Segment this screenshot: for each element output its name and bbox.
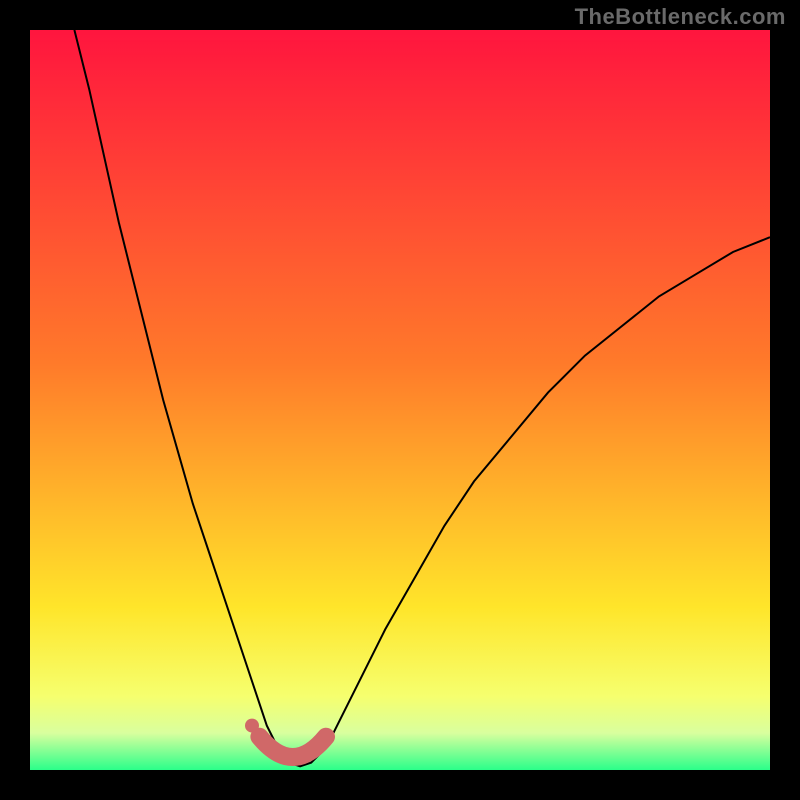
chart-svg — [30, 30, 770, 770]
gradient-background — [30, 30, 770, 770]
chart-outer-frame: TheBottleneck.com — [0, 0, 800, 800]
plot-area — [30, 30, 770, 770]
watermark-text: TheBottleneck.com — [575, 4, 786, 30]
tolerance-dot — [245, 719, 259, 733]
